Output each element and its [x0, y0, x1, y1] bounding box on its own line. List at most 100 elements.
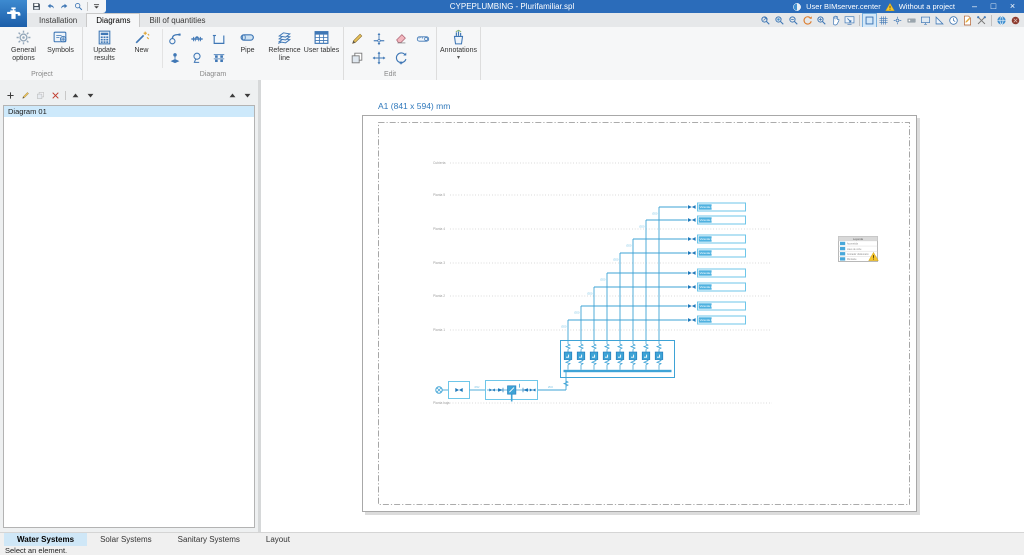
add-diagram-icon	[6, 91, 15, 100]
background-button[interactable]	[919, 14, 932, 27]
redraw-button[interactable]	[801, 14, 814, 27]
tank-button[interactable]	[211, 31, 227, 47]
fitting-button[interactable]	[189, 31, 205, 47]
symbols-button[interactable]: Symbols	[42, 27, 79, 70]
legend-title: Leyenda	[853, 237, 864, 241]
app-button[interactable]	[0, 0, 27, 27]
floor-label: Planta baja	[433, 401, 450, 405]
delete-diagram-button[interactable]	[50, 90, 61, 101]
toolbar-separator	[65, 91, 66, 100]
user-tables-button[interactable]: User tables	[303, 27, 340, 70]
minimize-button[interactable]: –	[967, 0, 982, 13]
maximize-button[interactable]: □	[986, 0, 1001, 13]
water-meter-symbol[interactable]	[642, 352, 650, 360]
edit-diagram-button[interactable]	[20, 90, 31, 101]
list-item[interactable]: Diagram 01	[4, 106, 254, 117]
tab-bill-of-quantities[interactable]: Bill of quantities	[140, 13, 214, 27]
bimserver-center-button[interactable]	[995, 14, 1008, 27]
ortho-button[interactable]	[933, 14, 946, 27]
delete-button[interactable]	[393, 31, 409, 47]
pan-button[interactable]	[829, 14, 842, 27]
general-options-button[interactable]: General options	[5, 27, 42, 70]
zoom-in-icon	[816, 15, 827, 26]
ortho-icon	[934, 15, 945, 26]
tab-sanitary-systems[interactable]: Sanitary Systems	[165, 533, 253, 547]
water-meter-symbol[interactable]	[616, 352, 624, 360]
button-label: Update results	[86, 47, 123, 62]
pump-icon	[190, 51, 204, 65]
tab-diagrams[interactable]: Diagrams	[86, 13, 140, 28]
pipe-size-label: Ø32	[548, 385, 553, 389]
configuration-icon	[976, 15, 987, 26]
toolbar-separator	[87, 2, 88, 11]
rotate-button[interactable]	[393, 50, 409, 66]
frame-button[interactable]	[863, 14, 876, 27]
project-status-label[interactable]: Without a project	[899, 2, 955, 11]
zoom-out-button[interactable]	[787, 14, 800, 27]
water-meter-symbol[interactable]	[603, 352, 611, 360]
customize-toolbar-button[interactable]	[91, 1, 102, 12]
previous-view-icon	[844, 15, 855, 26]
water-meter-symbol[interactable]	[629, 352, 637, 360]
pipe-size-label: Ø32	[475, 385, 480, 389]
scroll-up-button[interactable]	[227, 90, 238, 101]
measure-button[interactable]	[415, 31, 431, 47]
object-references-button[interactable]	[905, 14, 918, 27]
tab-layout[interactable]: Layout	[253, 533, 303, 547]
drawing-canvas[interactable]: A1 (841 x 594) mm CubiertaPlanta 5Planta…	[261, 80, 1024, 532]
meter-battery-button[interactable]	[211, 50, 227, 66]
legend-symbol	[840, 247, 845, 250]
drawing-templates-icon	[962, 15, 973, 26]
redo-icon	[60, 2, 69, 11]
edit-button[interactable]	[349, 31, 365, 47]
zoom-window-button[interactable]	[759, 14, 772, 27]
scroll-down-button[interactable]	[242, 90, 253, 101]
move-down-button[interactable]	[85, 90, 96, 101]
floor-label: Planta 2	[433, 294, 445, 298]
redo-button[interactable]	[59, 1, 70, 12]
store-button[interactable]	[1009, 14, 1022, 27]
zoom-search-button[interactable]	[73, 1, 84, 12]
bimserver-center-icon	[996, 15, 1007, 26]
supply-button[interactable]	[167, 31, 183, 47]
close-button[interactable]: ×	[1005, 0, 1020, 13]
pump-button[interactable]	[189, 50, 205, 66]
legend-symbol	[840, 252, 845, 255]
valve-icon	[168, 51, 182, 65]
previous-view-button[interactable]	[843, 14, 856, 27]
move-up-button[interactable]	[70, 90, 81, 101]
update-results-button[interactable]: Update results	[86, 27, 123, 70]
water-meter-symbol[interactable]	[590, 352, 598, 360]
dwelling-label: Vivienda 3A	[700, 251, 715, 255]
undo-button[interactable]	[45, 1, 56, 12]
water-meter-symbol[interactable]	[655, 352, 663, 360]
water-meter-symbol[interactable]	[577, 352, 585, 360]
copy-diagram-button[interactable]	[35, 90, 46, 101]
snap-button[interactable]	[891, 14, 904, 27]
configuration-button[interactable]	[975, 14, 988, 27]
copy-button[interactable]	[349, 50, 365, 66]
save-button[interactable]	[31, 1, 42, 12]
pipe-button[interactable]: Pipe	[229, 27, 266, 70]
reference-line-button[interactable]: Reference line	[266, 27, 303, 70]
grid-button[interactable]	[877, 14, 890, 27]
move-button[interactable]	[371, 50, 387, 66]
drawing-templates-button[interactable]	[961, 14, 974, 27]
user-label[interactable]: User BIMserver.center	[806, 2, 881, 11]
add-diagram-button[interactable]	[5, 90, 16, 101]
copy-diagram-icon	[36, 91, 45, 100]
move-node-button[interactable]	[371, 31, 387, 47]
water-meter-symbol[interactable]	[564, 352, 572, 360]
valve-button[interactable]	[167, 50, 183, 66]
new-diagram-button[interactable]: New	[123, 27, 160, 70]
recent-views-button[interactable]	[947, 14, 960, 27]
annotations-button[interactable]: Annotations ▾	[440, 27, 477, 70]
zoom-extents-button[interactable]	[773, 14, 786, 27]
zoom-in-button[interactable]	[815, 14, 828, 27]
toolbar-separator	[991, 15, 992, 26]
tab-solar-systems[interactable]: Solar Systems	[87, 533, 165, 547]
tab-installation[interactable]: Installation	[30, 13, 86, 27]
annotations-icon	[450, 29, 467, 46]
tab-water-systems[interactable]: Water Systems	[4, 533, 87, 547]
ribbon-group-project: General options Symbols Project	[0, 27, 83, 80]
